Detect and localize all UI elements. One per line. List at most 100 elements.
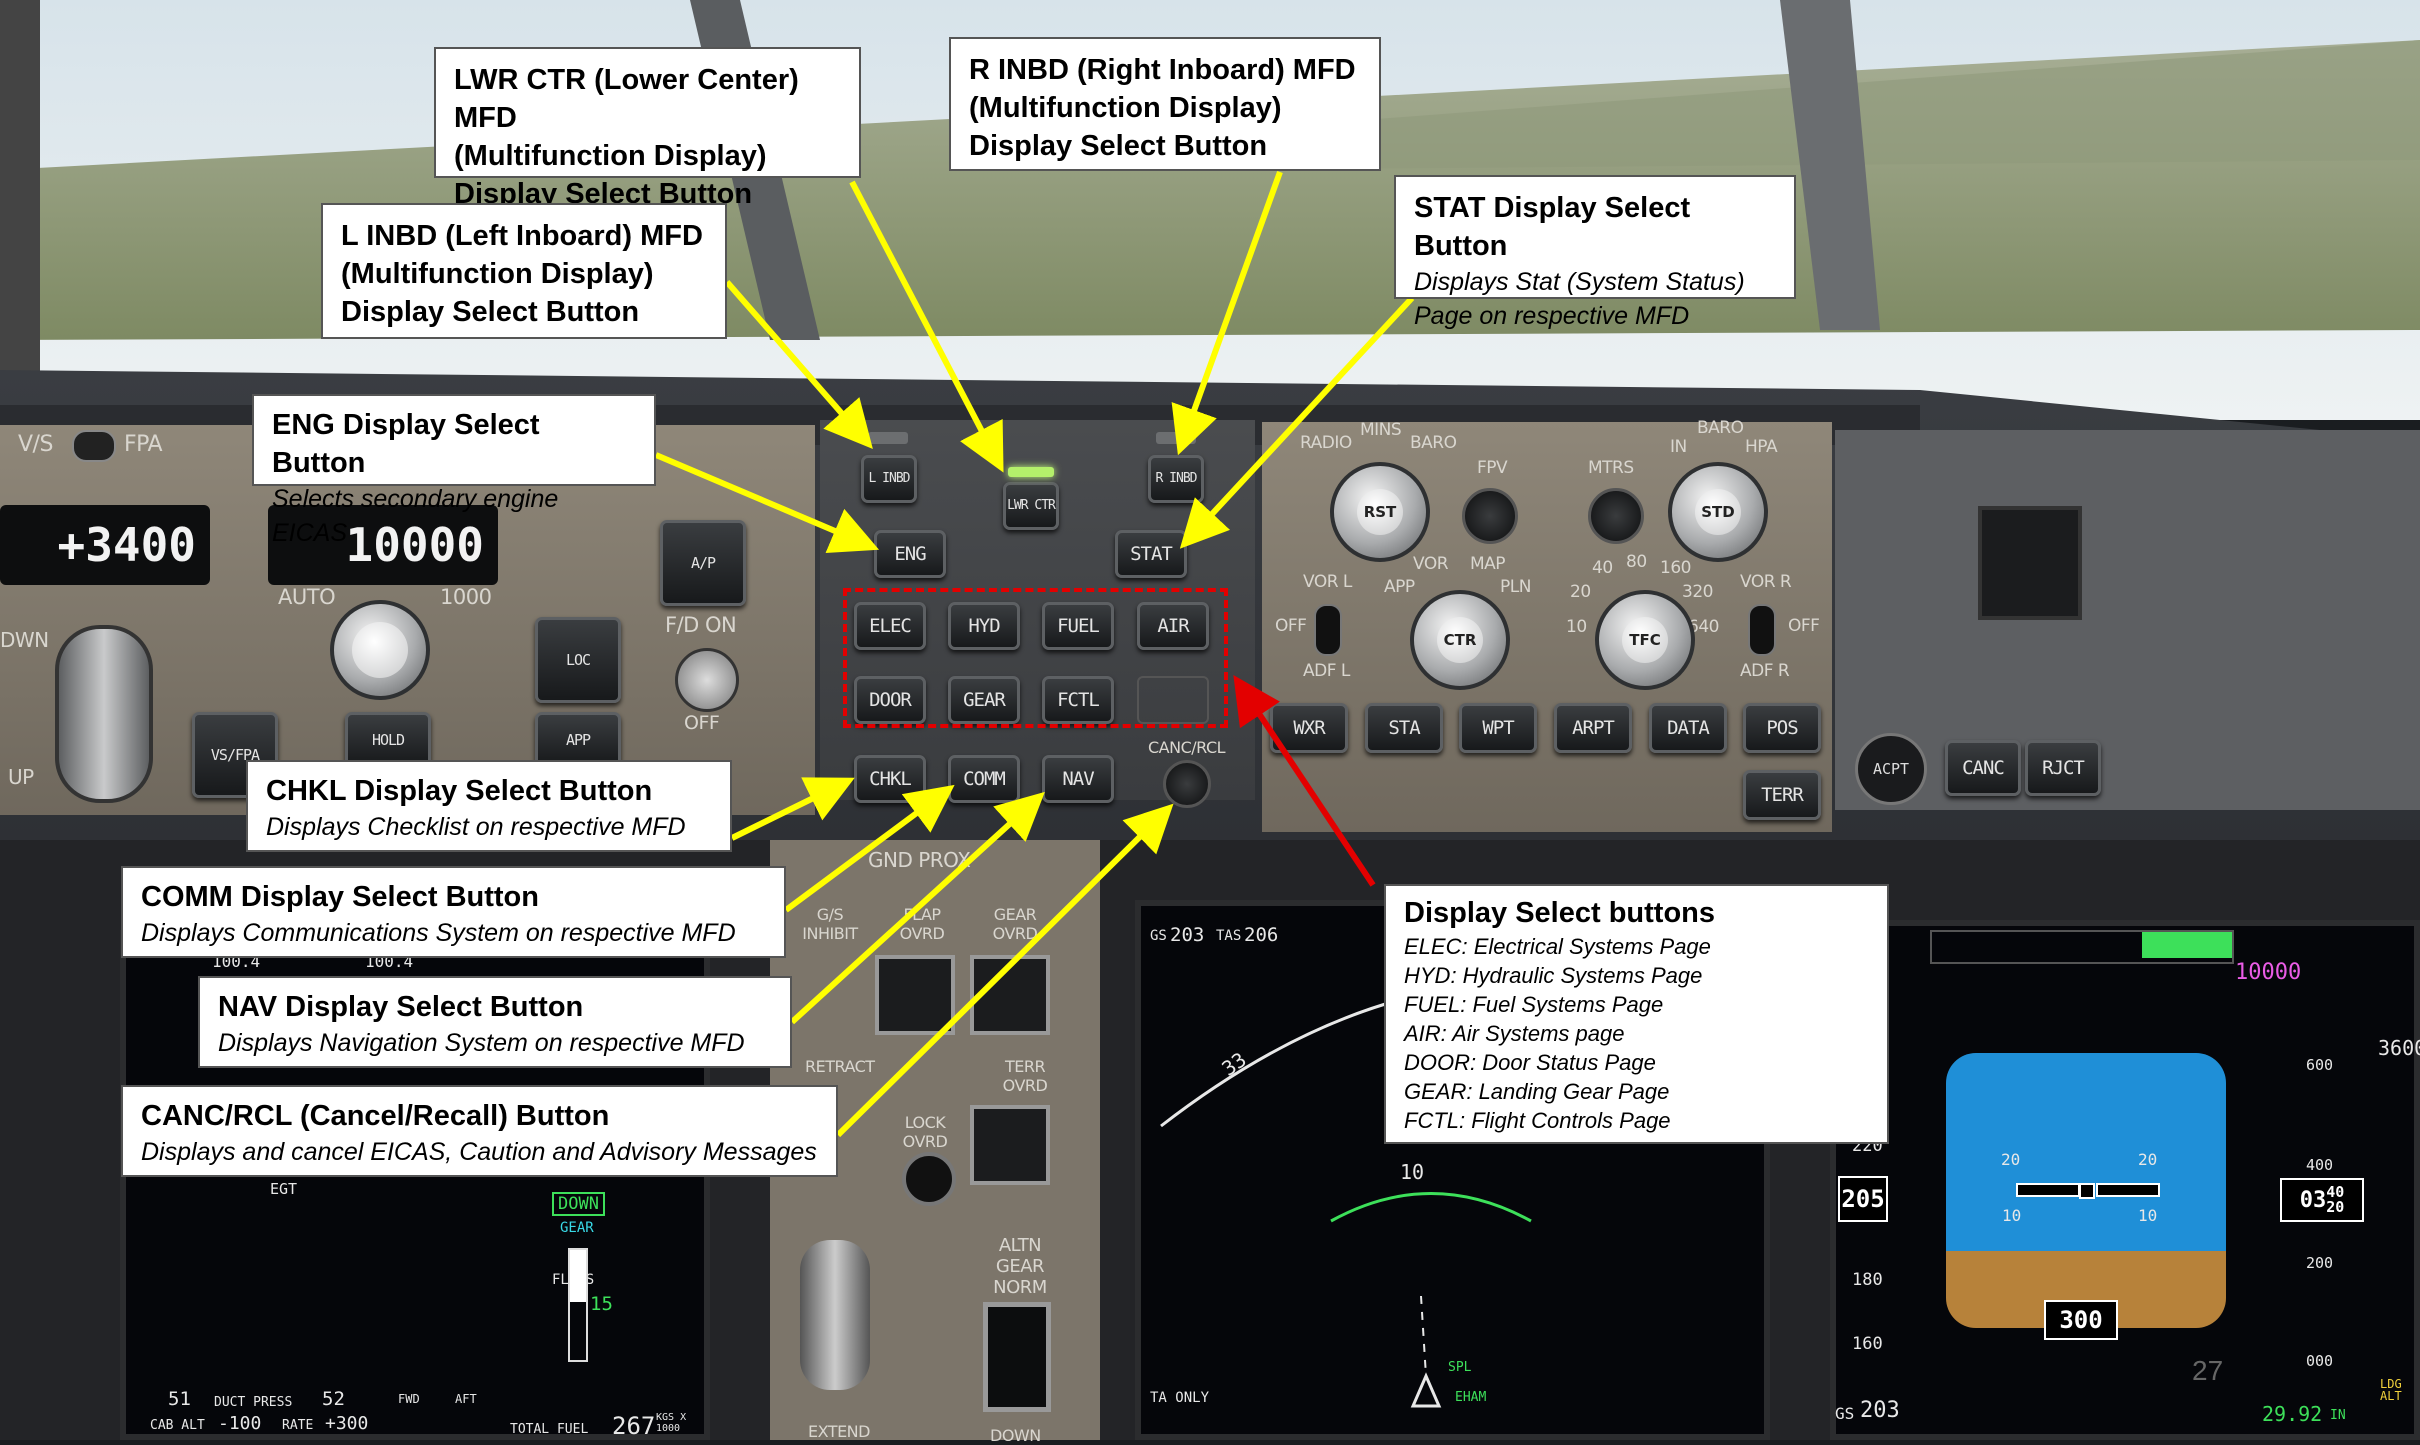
minimums-knob[interactable]: RST	[1330, 462, 1430, 562]
callout-item-fuel: FUEL: Fuel Systems Page	[1404, 992, 1664, 1017]
gear-lever[interactable]	[800, 1240, 870, 1390]
callout-l-inbd-line2: (Multifunction Display)	[341, 258, 654, 290]
terr-ovrd-switch[interactable]	[970, 1105, 1050, 1185]
vor-adf-l-switch[interactable]	[1314, 604, 1342, 656]
vor-l-label: VOR L	[1303, 572, 1352, 592]
rst-label[interactable]: RST	[1357, 489, 1403, 535]
callout-stat-desc2: Page on respective MFD	[1414, 302, 1690, 330]
r-inbd-light	[1156, 432, 1196, 444]
nav-button[interactable]: NAV	[1042, 755, 1114, 803]
alt-scale-400: 400	[2306, 1156, 2334, 1174]
altn-gear-switch[interactable]	[983, 1302, 1051, 1412]
ta-only-label: TA ONLY	[1150, 1390, 1210, 1406]
alt-scale-600: 600	[2306, 1056, 2334, 1074]
range-selector-knob[interactable]: TFC	[1595, 590, 1695, 690]
baro-knob[interactable]: STD	[1668, 462, 1768, 562]
pitch-10-left: 10	[2002, 1206, 2022, 1225]
sta-button[interactable]: STA	[1365, 703, 1443, 753]
range-10-label: 10	[1566, 617, 1587, 637]
baro-unit: IN	[2330, 1408, 2346, 1423]
ap-disengage-button[interactable]: A/P	[660, 520, 746, 606]
rjct-button[interactable]: RJCT	[2025, 740, 2101, 796]
ctr-label[interactable]: CTR	[1437, 617, 1483, 663]
canc-rcl-button[interactable]	[1163, 760, 1211, 808]
vs-thumbwheel[interactable]	[55, 625, 153, 803]
fwd-label: FWD	[398, 1392, 420, 1406]
loc-button[interactable]: LOC	[535, 617, 621, 703]
callout-canc-title: CANC/RCL (Cancel/Recall) Button	[141, 1100, 610, 1132]
kgs-label: KGS X 1000	[656, 1412, 687, 1434]
terr-button[interactable]: TERR	[1743, 770, 1821, 820]
fd-off-label: OFF	[684, 712, 720, 734]
callout-stat: STAT Display Select Button Displays Stat…	[1394, 175, 1796, 330]
comm-button[interactable]: COMM	[948, 755, 1020, 803]
wxr-button[interactable]: WXR	[1270, 703, 1348, 753]
vor-adf-r-switch[interactable]	[1748, 604, 1776, 656]
page-number: 27	[2192, 1355, 2224, 1386]
gear-ovrd-label: GEAR OVRD	[992, 905, 1038, 943]
pos-button[interactable]: POS	[1743, 703, 1821, 753]
callout-item-gear: GEAR: Landing Gear Page	[1404, 1079, 1670, 1104]
callout-comm: COMM Display Select Button Displays Comm…	[121, 866, 786, 958]
callout-r-inbd-line2: (Multifunction Display)	[969, 92, 1282, 124]
vor-mode-label: VOR	[1413, 554, 1449, 574]
std-label[interactable]: STD	[1695, 489, 1741, 535]
callout-item-elec: ELEC: Electrical Systems Page	[1404, 934, 1711, 959]
wpt-button[interactable]: WPT	[1459, 703, 1537, 753]
attitude-indicator	[1946, 1053, 2226, 1328]
mins-label: MINS	[1360, 420, 1402, 440]
lock-ovrd-button[interactable]	[902, 1152, 956, 1206]
l-inbd-light	[868, 432, 908, 444]
aft-label: AFT	[455, 1392, 477, 1406]
flaps-value: 15	[590, 1293, 613, 1315]
canc-button[interactable]: CANC	[1945, 740, 2021, 796]
auto-label: AUTO	[278, 585, 336, 609]
eham-label: EHAM	[1455, 1390, 1487, 1405]
l-inbd-button[interactable]: L INBD	[861, 455, 917, 503]
pfd-gs-value: 203	[1860, 1398, 1900, 1423]
callout-canc-desc: Displays and cancel EICAS, Caution and A…	[141, 1138, 817, 1166]
fpv-button[interactable]	[1462, 488, 1518, 544]
off-r-label: OFF	[1788, 616, 1820, 636]
vor-r-label: VOR R	[1740, 572, 1792, 592]
lwr-ctr-button[interactable]: LWR CTR	[1003, 482, 1059, 530]
terr-ovrd-label: TERR OVRD	[1002, 1057, 1048, 1095]
callout-r-inbd-line3: Display Select Button	[969, 130, 1268, 162]
range-80-label: 80	[1626, 552, 1647, 572]
vs-fpa-toggle[interactable]	[72, 430, 116, 462]
rate-value: +300	[325, 1413, 369, 1434]
flaps-gauge	[568, 1248, 588, 1362]
acpt-button[interactable]: ACPT	[1855, 733, 1927, 805]
callout-lwr-ctr-line2: (Multifunction Display)	[454, 140, 767, 172]
r-inbd-button[interactable]: R INBD	[1148, 455, 1204, 503]
data-button[interactable]: DATA	[1649, 703, 1727, 753]
stat-button[interactable]: STAT	[1115, 530, 1187, 578]
dn-label: DWN	[0, 628, 49, 652]
gear-down-indicator: DOWN	[552, 1192, 605, 1216]
vs-label: V/S	[18, 432, 53, 457]
mode-selector-knob[interactable]: CTR	[1410, 590, 1510, 690]
tfc-label[interactable]: TFC	[1622, 617, 1668, 663]
cockpit-screenshot: V/S FPA +3400 10000 AUTO 1000 DWN UP A/P…	[0, 0, 2420, 1445]
callout-display-select-title: Display Select buttons	[1404, 897, 1716, 929]
callout-item-air: AIR: Air Systems page	[1404, 1021, 1625, 1046]
off-l-label: OFF	[1275, 616, 1307, 636]
rate-label: RATE	[282, 1418, 314, 1433]
flap-ovrd-switch[interactable]	[875, 955, 955, 1035]
callout-lwr-ctr-line1: LWR CTR (Lower Center) MFD	[454, 64, 799, 134]
pfd-gs-label: GS	[1835, 1404, 1855, 1423]
canc-rcl-label: CANC/RCL	[1148, 738, 1226, 757]
fd-switch[interactable]	[675, 648, 739, 712]
fpa-label: FPA	[124, 432, 163, 457]
altitude-box: 03 40 20	[2280, 1178, 2364, 1222]
gear-ovrd-switch[interactable]	[970, 955, 1050, 1035]
cab-alt-label: CAB ALT	[150, 1418, 205, 1433]
duct-press-label: DUCT PRESS	[214, 1395, 293, 1410]
l-inbd-label: L INBD	[868, 471, 911, 486]
arpt-button[interactable]: ARPT	[1554, 703, 1632, 753]
callout-comm-title: COMM Display Select Button	[141, 881, 539, 913]
mtrs-button[interactable]	[1588, 488, 1644, 544]
altitude-knob[interactable]	[330, 600, 430, 700]
eng-button[interactable]: ENG	[874, 530, 946, 578]
chkl-button[interactable]: CHKL	[854, 755, 926, 803]
